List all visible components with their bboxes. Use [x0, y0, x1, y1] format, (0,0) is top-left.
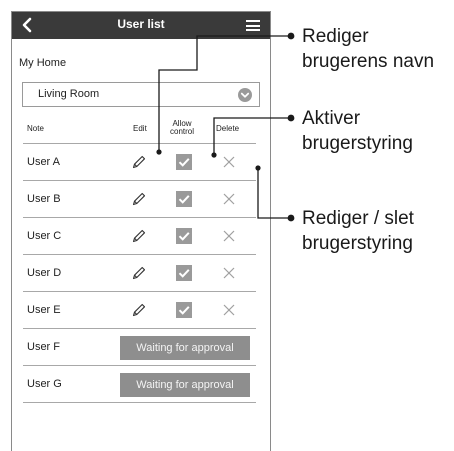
callout-edit-user-name: Rediger brugerens navn [302, 26, 435, 72]
callout-enable-user-control: Aktiver brugerstyring [302, 108, 413, 154]
callout-edit-delete-user-control: Rediger / slet brugerstyring [302, 208, 414, 254]
